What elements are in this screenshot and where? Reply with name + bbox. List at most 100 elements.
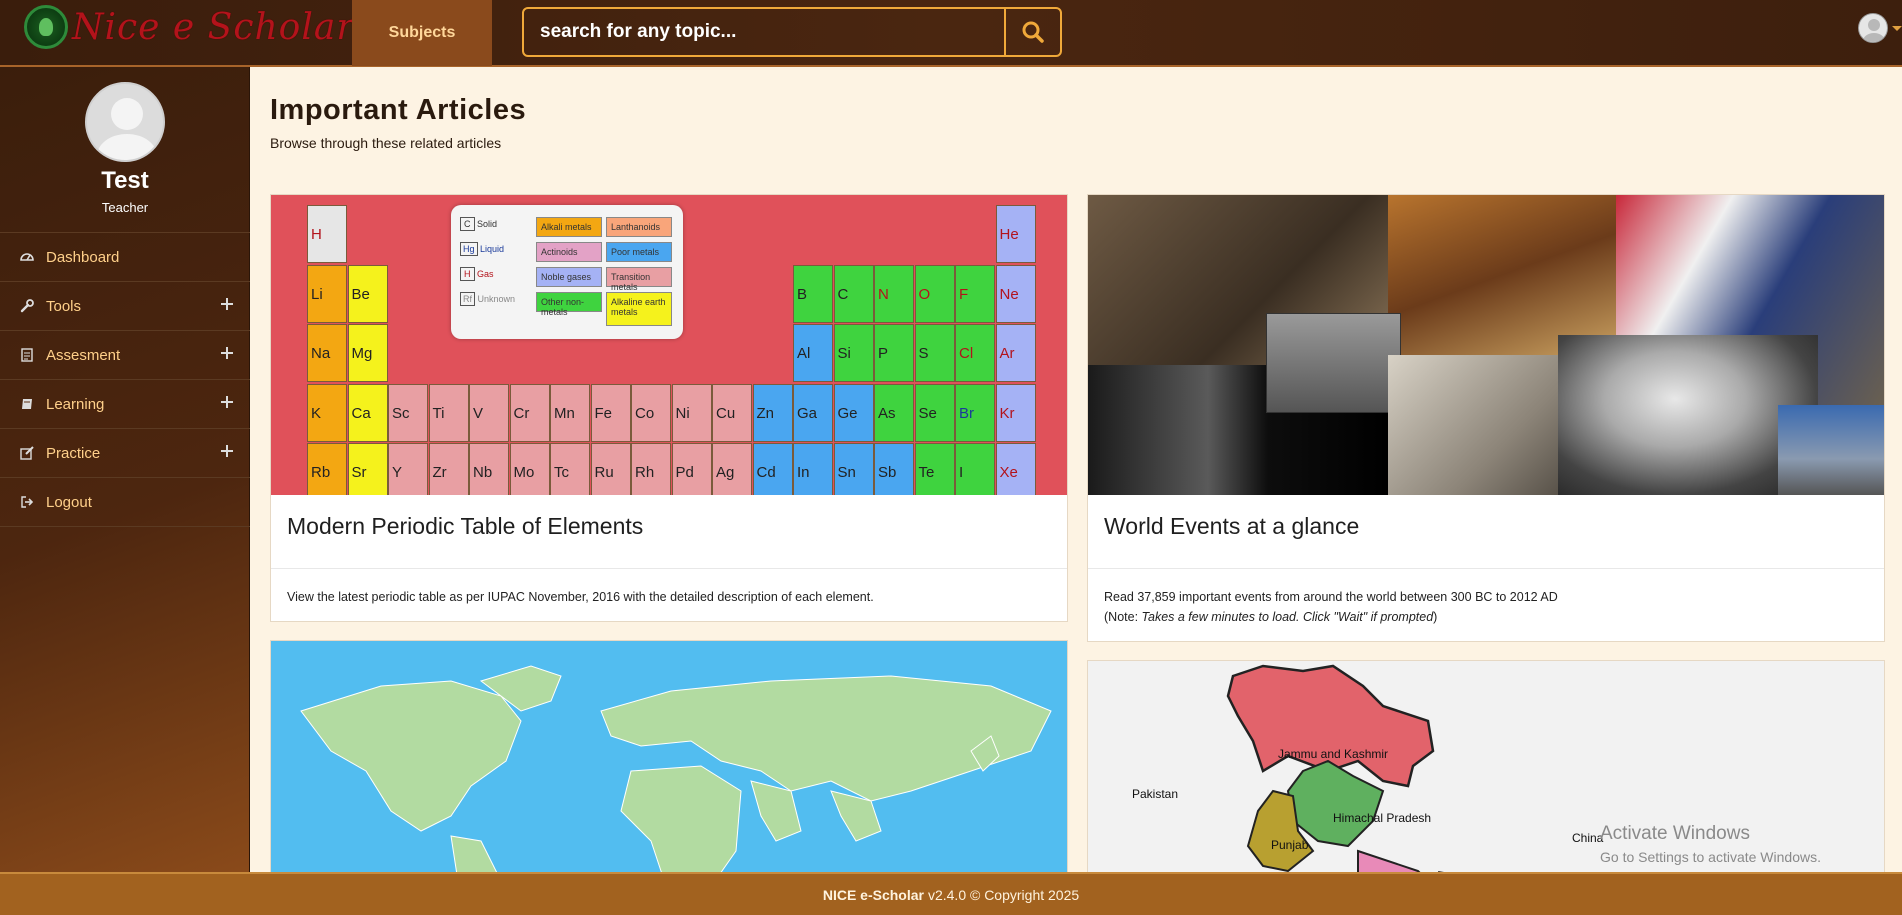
card-description: View the latest periodic table as per IU… — [287, 590, 874, 604]
legend-group: Noble gases — [536, 267, 602, 287]
sidebar-item-label: Assesment — [46, 346, 121, 364]
sidebar-item-logout[interactable]: Logout — [0, 478, 250, 527]
sidebar-item-dashboard[interactable]: Dashboard — [0, 233, 250, 282]
plus-icon[interactable] — [221, 445, 233, 457]
article-card-world-map[interactable] — [270, 640, 1068, 872]
element-cell: Li — [307, 264, 347, 323]
sidebar-item-tools[interactable]: Tools — [0, 282, 250, 331]
collage-tile — [1778, 405, 1884, 495]
sidebar-item-assesment[interactable]: Assesment — [0, 331, 250, 380]
element-cell: Al — [793, 324, 833, 382]
element-cell: Si — [833, 324, 874, 382]
plus-icon[interactable] — [221, 298, 233, 310]
card-divider — [271, 568, 1067, 569]
search-box — [522, 7, 1062, 57]
subjects-button[interactable]: Subjects — [352, 0, 492, 66]
book-icon — [22, 399, 32, 409]
legend-group: Actinoids — [536, 242, 602, 262]
sidebar: Test Teacher Dashboard Tools Assesment L… — [0, 67, 250, 872]
world-events-image[interactable] — [1088, 195, 1884, 495]
element-cell: Ca — [347, 383, 388, 442]
element-cell: Ga — [793, 383, 833, 442]
element-cell: Tc — [550, 443, 590, 495]
element-cell: O — [914, 264, 955, 323]
element-cell: F — [955, 264, 995, 323]
plus-icon[interactable] — [221, 396, 233, 408]
document-icon — [21, 348, 33, 362]
dashboard-icon — [20, 253, 34, 261]
element-cell: Ni — [671, 383, 712, 442]
element-cell: Cr — [509, 383, 550, 442]
card-title[interactable]: World Events at a glance — [1104, 513, 1359, 540]
element-cell: Rb — [307, 443, 347, 495]
page-title: Important Articles — [270, 94, 527, 126]
element-cell: C — [833, 264, 874, 323]
element-cell: Mg — [347, 324, 388, 382]
sidebar-item-practice[interactable]: Practice — [0, 429, 250, 478]
map-label: Himachal Pradesh — [1333, 811, 1432, 825]
chevron-down-icon[interactable] — [1892, 26, 1902, 31]
user-avatar[interactable] — [1858, 13, 1888, 43]
sidebar-item-learning[interactable]: Learning — [0, 380, 250, 429]
logout-icon — [21, 496, 34, 508]
card-description: Read 37,859 important events from around… — [1104, 590, 1558, 624]
element-cell: Cl — [955, 324, 995, 382]
top-navbar: Nice e Scholar Subjects — [0, 0, 1902, 67]
page-subtitle: Browse through these related articles — [270, 135, 502, 151]
element-cell: As — [874, 383, 914, 442]
collage-tile — [1388, 195, 1616, 355]
footer: NICE e-Scholar v2.4.0 © Copyright 2025 — [0, 872, 1902, 915]
periodic-table-image[interactable]: H He Li Be B C N O F Ne Na Mg Al Si P S Cl Ar K Ca Sc Ti V Cr Mn… — [271, 195, 1067, 495]
element-cell: V — [469, 383, 509, 442]
element-cell: He — [995, 205, 1036, 263]
element-cell: Y — [388, 443, 428, 495]
element-cell: Br — [955, 383, 995, 442]
logo-emblem-icon — [24, 5, 68, 49]
profile-role: Teacher — [101, 200, 149, 215]
element-cell: Ru — [590, 443, 631, 495]
footer-brand: NICE e-Scholar — [822, 886, 924, 903]
main-content: Important Articles Browse through these … — [251, 69, 1902, 872]
element-cell: Mo — [509, 443, 550, 495]
element-cell: K — [307, 383, 347, 442]
legend-group: Alkali metals — [536, 217, 602, 237]
element-cell: Fe — [590, 383, 631, 442]
world-map-graphic — [300, 665, 1052, 872]
map-label: China — [1572, 831, 1604, 845]
article-card-periodic-table[interactable]: H He Li Be B C N O F Ne Na Mg Al Si P S Cl Ar K Ca Sc Ti V Cr Mn… — [270, 194, 1068, 622]
map-label: Pakistan — [1132, 787, 1179, 801]
sidebar-item-label: Learning — [46, 395, 105, 413]
element-cell: Rh — [631, 443, 671, 495]
plus-icon[interactable] — [221, 347, 233, 359]
site-logo[interactable]: Nice e Scholar — [24, 2, 355, 52]
element-cell: Ge — [833, 383, 874, 442]
element-cell: In — [793, 443, 833, 495]
search-input[interactable] — [524, 9, 1004, 55]
element-cell: H — [307, 205, 347, 263]
element-cell: Zr — [428, 443, 469, 495]
world-map-image[interactable] — [271, 641, 1067, 872]
wrench-icon — [20, 299, 34, 313]
article-card-world-events[interactable]: World Events at a glance Read 37,859 imp… — [1087, 194, 1885, 642]
element-cell: Kr — [995, 383, 1036, 442]
legend-group: Alkaline earth metals — [606, 292, 672, 326]
element-cell: Ti — [428, 383, 469, 442]
element-cell: Se — [914, 383, 955, 442]
footer-copyright: v2.4.0 © Copyright 2025 — [927, 886, 1080, 903]
element-cell: Cd — [752, 443, 793, 495]
profile-name: Test — [101, 167, 149, 194]
search-button[interactable] — [1004, 9, 1060, 55]
sidebar-menu: Dashboard Tools Assesment Learning Pract… — [0, 232, 250, 527]
element-cell: Nb — [469, 443, 509, 495]
sidebar-item-label: Dashboard — [46, 248, 120, 266]
map-label: Punjab — [1271, 838, 1309, 852]
element-cell: I — [955, 443, 995, 495]
card-title[interactable]: Modern Periodic Table of Elements — [287, 513, 643, 540]
element-cell: N — [874, 264, 914, 323]
legend-state: H Gas — [456, 265, 498, 285]
element-cell: S — [914, 324, 955, 382]
periodic-legend: C Solid Hg Liquid H Gas Rf Unknown Alkal… — [451, 205, 683, 339]
legend-group: Poor metals — [606, 242, 672, 262]
legend-group: Other non-metals — [536, 292, 602, 317]
element-cell: Xe — [995, 443, 1036, 495]
